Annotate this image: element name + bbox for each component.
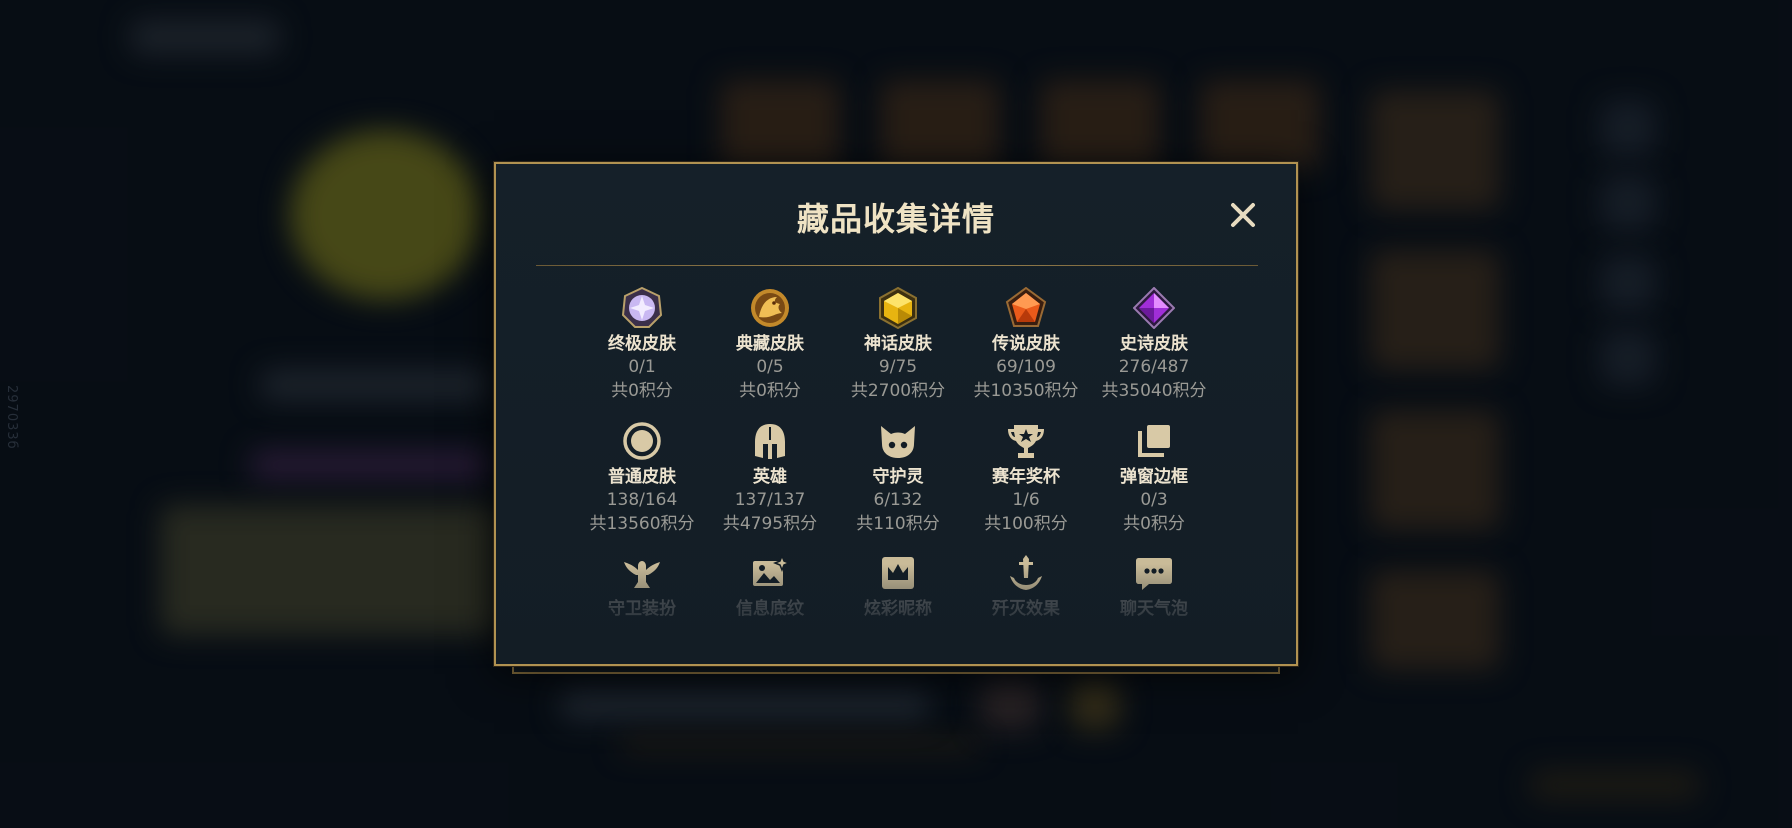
category-name: 英雄	[753, 467, 787, 487]
collection-detail-dialog: 藏品收集详情 终极皮肤 0/1 共0积分 典藏皮肤 0/5 共0积分 神话皮肤 …	[494, 162, 1298, 666]
collection-grid: 终极皮肤 0/1 共0积分 典藏皮肤 0/5 共0积分 神话皮肤 9/75 共2…	[496, 164, 1296, 664]
category-points: 共35040积分	[1101, 381, 1207, 401]
category-points: 共10350积分	[973, 381, 1079, 401]
cat-face-icon	[881, 426, 915, 458]
category-name: 守护灵	[872, 467, 924, 487]
category-ward-skin[interactable]: 守卫装扮	[578, 552, 706, 620]
category-points: 共0积分	[1123, 514, 1185, 534]
stacked-frames-icon	[1138, 425, 1170, 457]
category-name: 史诗皮肤	[1120, 334, 1188, 354]
category-legendary-skin[interactable]: 传说皮肤 69/109 共10350积分	[962, 287, 1090, 403]
chat-bubble-icon	[1136, 558, 1172, 590]
category-count: 1/6	[1012, 490, 1040, 510]
category-name: 神话皮肤	[864, 334, 932, 354]
ultimate-gem-icon	[621, 287, 663, 328]
category-normal-skin[interactable]: 普通皮肤 138/164 共13560积分	[578, 420, 706, 536]
category-name: 聊天气泡	[1120, 599, 1188, 619]
category-collector-skin[interactable]: 典藏皮肤 0/5 共0积分	[706, 287, 834, 403]
category-season-trophy[interactable]: 赛年奖杯 1/6 共100积分	[962, 420, 1090, 536]
category-count: 6/132	[873, 490, 923, 510]
trophy-icon	[1008, 425, 1044, 458]
category-points: 共0积分	[739, 381, 801, 401]
modal-base-trim	[512, 666, 1280, 674]
category-name: 赛年奖杯	[992, 467, 1060, 487]
mythic-gem-icon	[879, 287, 917, 329]
category-chat-bubble[interactable]: 聊天气泡	[1090, 552, 1218, 620]
legendary-gem-icon	[1005, 287, 1047, 327]
category-kill-effect[interactable]: 歼灭效果	[962, 552, 1090, 620]
category-count: 0/5	[756, 357, 784, 377]
category-name: 歼灭效果	[992, 599, 1060, 619]
crown-card-icon	[882, 557, 914, 589]
category-name: 弹窗边框	[1120, 467, 1188, 487]
category-count: 0/1	[628, 357, 656, 377]
category-count: 69/109	[996, 357, 1056, 377]
circle-icon	[623, 422, 661, 460]
category-name: 炫彩昵称	[864, 599, 932, 619]
category-points: 共100积分	[984, 514, 1068, 534]
helmet-icon	[755, 424, 785, 459]
category-points: 共0积分	[611, 381, 673, 401]
category-points: 共4795积分	[722, 514, 818, 534]
category-name: 终极皮肤	[608, 334, 676, 354]
category-count: 137/137	[734, 490, 806, 510]
image-sparkle-icon	[753, 553, 791, 586]
category-count: 0/3	[1140, 490, 1168, 510]
category-colorful-nickname[interactable]: 炫彩昵称	[834, 552, 962, 620]
category-name: 普通皮肤	[608, 467, 676, 487]
category-name: 信息底纹	[736, 599, 804, 619]
category-champion[interactable]: 英雄 137/137 共4795积分	[706, 420, 834, 536]
category-name: 守卫装扮	[608, 599, 676, 619]
sword-anchor-icon	[1010, 555, 1042, 590]
category-count: 9/75	[878, 357, 918, 377]
dragon-emblem-icon	[751, 289, 789, 327]
category-info-pattern[interactable]: 信息底纹	[706, 552, 834, 620]
category-points: 共13560积分	[589, 514, 695, 534]
category-name: 典藏皮肤	[736, 334, 804, 354]
ward-icon	[624, 561, 660, 588]
category-epic-skin[interactable]: 史诗皮肤 276/487 共35040积分	[1090, 287, 1218, 403]
category-count: 138/164	[606, 490, 678, 510]
category-popup-frame[interactable]: 弹窗边框 0/3 共0积分	[1090, 420, 1218, 536]
category-name: 传说皮肤	[992, 334, 1060, 354]
category-count: 276/487	[1118, 357, 1190, 377]
category-guardian-spirit[interactable]: 守护灵 6/132 共110积分	[834, 420, 962, 536]
category-mythic-skin[interactable]: 神话皮肤 9/75 共2700积分	[834, 287, 962, 403]
epic-gem-icon	[1133, 287, 1175, 329]
category-points: 共2700积分	[850, 381, 946, 401]
category-ultimate-skin[interactable]: 终极皮肤 0/1 共0积分	[578, 287, 706, 403]
category-points: 共110积分	[856, 514, 940, 534]
